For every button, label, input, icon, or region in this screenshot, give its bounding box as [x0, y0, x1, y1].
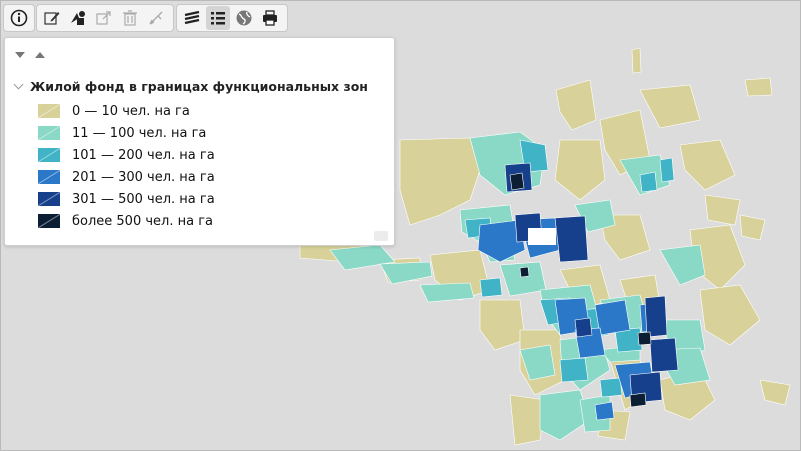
delete-button[interactable] [118, 6, 142, 30]
map-gaps [528, 228, 556, 245]
legend-swatch [38, 192, 60, 206]
print-icon [263, 10, 277, 26]
legend-item-label: более 500 чел. на га [72, 213, 214, 229]
measure-button[interactable] [144, 6, 168, 30]
collapse-all-icon[interactable] [35, 52, 45, 58]
legend-list-icon [211, 12, 225, 25]
legend-swatch [38, 214, 60, 228]
legend-item-label: 301 — 500 чел. на га [72, 191, 215, 207]
legend-swatch [38, 126, 60, 140]
edit-toolbar [36, 4, 174, 32]
legend-item-label: 101 — 200 чел. на га [72, 147, 215, 163]
legend-group-title: Жилой фонд в границах функциональных зон [30, 79, 368, 94]
edit-button[interactable] [40, 6, 64, 30]
legend-item: 0 — 10 чел. на га [38, 100, 215, 122]
legend-item-label: 201 — 300 чел. на га [72, 169, 215, 185]
legend-item-label: 11 — 100 чел. на га [72, 125, 207, 141]
edit-icon [44, 12, 60, 25]
external-link-icon [96, 11, 111, 25]
basemap-button[interactable] [232, 6, 256, 30]
legend-swatch [38, 170, 60, 184]
legend-item: 301 — 500 чел. на га [38, 188, 215, 210]
view-toolbar [176, 4, 288, 32]
layers-button[interactable] [180, 6, 204, 30]
resize-handle[interactable] [374, 231, 388, 241]
draw-shapes-button[interactable] [66, 6, 90, 30]
legend-items: 0 — 10 чел. на га 11 — 100 чел. на га 101 … [38, 100, 215, 232]
legend-item: более 500 чел. на га [38, 210, 215, 232]
legend-group-header[interactable]: Жилой фонд в границах функциональных зон [13, 79, 368, 94]
info-toolbar [3, 4, 35, 32]
trash-icon [123, 10, 137, 26]
legend-swatch [38, 104, 60, 118]
legend-item: 11 — 100 чел. на га [38, 122, 215, 144]
measure-icon [149, 11, 163, 25]
layers-icon [184, 10, 200, 25]
legend-item: 101 — 200 чел. на га [38, 144, 215, 166]
legend-button[interactable] [206, 6, 230, 30]
legend-swatch [38, 148, 60, 162]
print-button[interactable] [258, 6, 282, 30]
legend-item: 201 — 300 чел. на га [38, 166, 215, 188]
chevron-down-icon [13, 79, 24, 90]
legend-panel: Жилой фонд в границах функциональных зон… [4, 37, 395, 246]
legend-collapse-controls [15, 52, 45, 58]
globe-icon [236, 10, 252, 26]
legend-item-label: 0 — 10 чел. на га [72, 103, 190, 119]
info-icon [10, 9, 28, 27]
info-button[interactable] [7, 6, 31, 30]
expand-all-icon[interactable] [15, 52, 25, 58]
shapes-icon [71, 11, 85, 25]
open-button[interactable] [92, 6, 116, 30]
